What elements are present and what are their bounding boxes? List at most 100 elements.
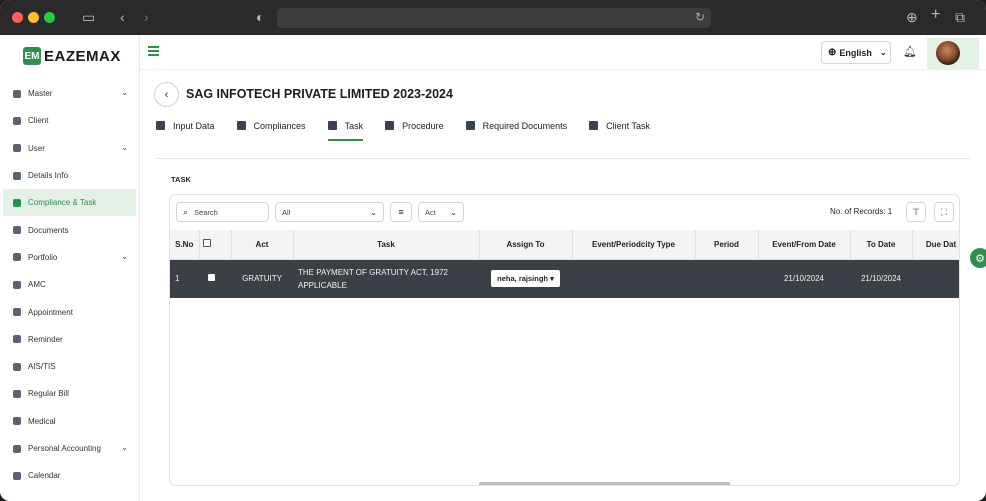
brand-logo[interactable]: EM EAZEMAX [23, 46, 121, 66]
language-select[interactable]: ⊕ English ⌄ [821, 41, 891, 64]
column-header-from-date[interactable]: Event/From Date [758, 230, 851, 260]
column-header-assign-to[interactable]: Assign To [479, 230, 573, 260]
fullscreen-button[interactable]: ⛶ [934, 202, 954, 222]
column-header-sno[interactable]: S.No [170, 230, 200, 260]
tab-required-documents[interactable]: Required Documents [465, 121, 567, 141]
column-settings-button[interactable]: ⊤ [906, 202, 926, 222]
column-header-event-type[interactable]: Event/Periodcity Type [572, 230, 696, 260]
row-checkbox[interactable] [208, 274, 215, 282]
forward-nav-icon[interactable]: › [144, 9, 149, 25]
accounting-icon [11, 443, 23, 454]
select-all-checkbox[interactable] [202, 239, 211, 248]
sidebar-toggle-icon[interactable]: ▭ [82, 9, 95, 25]
page-title: SAG INFOTECH PRIVATE LIMITED 2023-2024 [186, 87, 453, 101]
sidebar-item-compliance-task[interactable]: Compliance & Task [3, 189, 136, 217]
filter-button[interactable]: ≡ [390, 202, 412, 222]
sidebar-item-amc[interactable]: AMC [3, 271, 136, 298]
task-panel: TASK ⌕ Search All ⌄ ≡ Act ⌄ No. of Recor… [156, 158, 970, 498]
search-input[interactable]: ⌕ Search [176, 202, 269, 222]
column-header-due-date[interactable]: Due Dat [912, 230, 959, 260]
cell-event-type [572, 259, 695, 298]
cell-select [199, 259, 231, 298]
sidebar-item-label: Master [28, 89, 53, 99]
column-header-period[interactable]: Period [695, 230, 759, 260]
procedure-icon [385, 121, 396, 131]
close-window-button[interactable] [12, 12, 23, 23]
document-icon [11, 170, 23, 181]
act-select[interactable]: Act ⌄ [418, 202, 464, 222]
tabs-overview-icon[interactable]: ⧉ [955, 9, 965, 25]
amc-icon [11, 279, 23, 290]
download-icon[interactable]: ⊕ [906, 9, 918, 25]
tab-client-task[interactable]: Client Task [589, 121, 650, 141]
shield-icon[interactable]: ◐ [256, 9, 264, 25]
chevron-down-icon: ⌄ [121, 442, 128, 452]
filter-icon: ≡ [398, 207, 404, 217]
act-select-value: Act [425, 207, 436, 217]
chevron-down-icon: ⌄ [450, 208, 457, 217]
sidebar-item-label: Compliance & Task [28, 198, 97, 208]
cell-task: THE PAYMENT OF GRATUITY ACT, 1972 APPLIC… [293, 259, 479, 298]
sidebar-item-regular-bill[interactable]: Regular Bill [3, 380, 136, 407]
minimize-window-button[interactable] [28, 12, 39, 23]
tab-task[interactable]: Task [327, 121, 364, 141]
sidebar-item-appointment[interactable]: Appointment [3, 298, 136, 325]
tag-icon [11, 361, 23, 372]
handshake-icon [11, 197, 23, 208]
back-button[interactable]: ‹ [154, 82, 179, 107]
column-header-task[interactable]: Task [293, 230, 480, 260]
column-header-act[interactable]: Act [231, 230, 294, 260]
sidebar-item-ais-tis[interactable]: AIS/TIS [3, 353, 136, 380]
menu-toggle-icon[interactable] [148, 46, 159, 56]
briefcase-icon [11, 143, 23, 154]
sidebar-item-details-info[interactable]: Details Info [3, 162, 136, 189]
maximize-window-button[interactable] [44, 12, 55, 23]
sidebar-item-user[interactable]: User ⌄ [3, 135, 136, 162]
avatar[interactable] [936, 41, 960, 65]
sidebar-item-calendar[interactable]: Calendar [3, 462, 136, 489]
sidebar-item-label: User [28, 143, 45, 153]
column-header-select[interactable] [199, 230, 232, 260]
chevron-down-icon: ⌄ [370, 208, 377, 217]
sidebar-item-client[interactable]: Client [3, 107, 136, 134]
horizontal-scrollbar[interactable] [479, 482, 730, 485]
sidebar-item-personal-accounting[interactable]: Personal Accounting ⌄ [3, 435, 136, 462]
profile-menu[interactable] [927, 38, 979, 70]
reload-icon[interactable]: ↻ [695, 10, 705, 24]
tab-label: Procedure [402, 121, 444, 131]
bell-icon[interactable]: 🔔︎ [903, 45, 917, 58]
sidebar-item-documents[interactable]: Documents [3, 216, 136, 243]
tab-compliances[interactable]: Compliances [236, 121, 306, 141]
sidebar-item-medical[interactable]: Medical [3, 408, 136, 435]
address-bar[interactable]: ↻ [277, 8, 711, 28]
tab-label: Compliances [253, 121, 306, 131]
search-placeholder: Search [194, 207, 218, 217]
expand-icon: ⛶ [940, 206, 948, 217]
tab-input-data[interactable]: Input Data [156, 121, 215, 141]
sidebar-item-portfolio[interactable]: Portfolio ⌄ [3, 244, 136, 271]
back-nav-icon[interactable]: ‹ [120, 9, 125, 25]
portfolio-icon [11, 252, 23, 263]
column-header-to-date[interactable]: To Date [850, 230, 913, 260]
tab-procedure[interactable]: Procedure [385, 121, 444, 141]
user-bill-icon [11, 388, 23, 399]
search-icon: ⌕ [183, 206, 189, 217]
cell-assign-to: neha, rajsingh ▾ [479, 259, 572, 298]
sidebar-item-reminder[interactable]: Reminder [3, 326, 136, 353]
sidebar-item-label: Appointment [28, 307, 73, 317]
task-table-card: ⌕ Search All ⌄ ≡ Act ⌄ No. of Records: 1… [169, 194, 960, 486]
chevron-down-icon: ⌄ [879, 48, 887, 57]
new-tab-icon[interactable]: + [931, 7, 940, 23]
logo-text: EAZEMAX [44, 47, 121, 65]
task-table: S.No Act Task Assign To Event/Periodcity… [170, 230, 959, 298]
sidebar-item-label: AIS/TIS [28, 362, 56, 372]
assign-to-dropdown[interactable]: neha, rajsingh ▾ [491, 270, 560, 288]
sidebar-item-label: Client [28, 116, 49, 126]
table-row[interactable]: 1 GRATUITY THE PAYMENT OF GRATUITY ACT, … [170, 259, 959, 298]
settings-gear-icon[interactable]: ⚙ [970, 248, 986, 268]
sidebar-item-master[interactable]: Master ⌄ [3, 80, 136, 107]
cell-from-date: 21/10/2024 [758, 259, 850, 298]
status-filter-select[interactable]: All ⌄ [275, 202, 384, 222]
sidebar-item-label: Portfolio [28, 252, 58, 262]
panel-title: TASK [171, 175, 191, 184]
